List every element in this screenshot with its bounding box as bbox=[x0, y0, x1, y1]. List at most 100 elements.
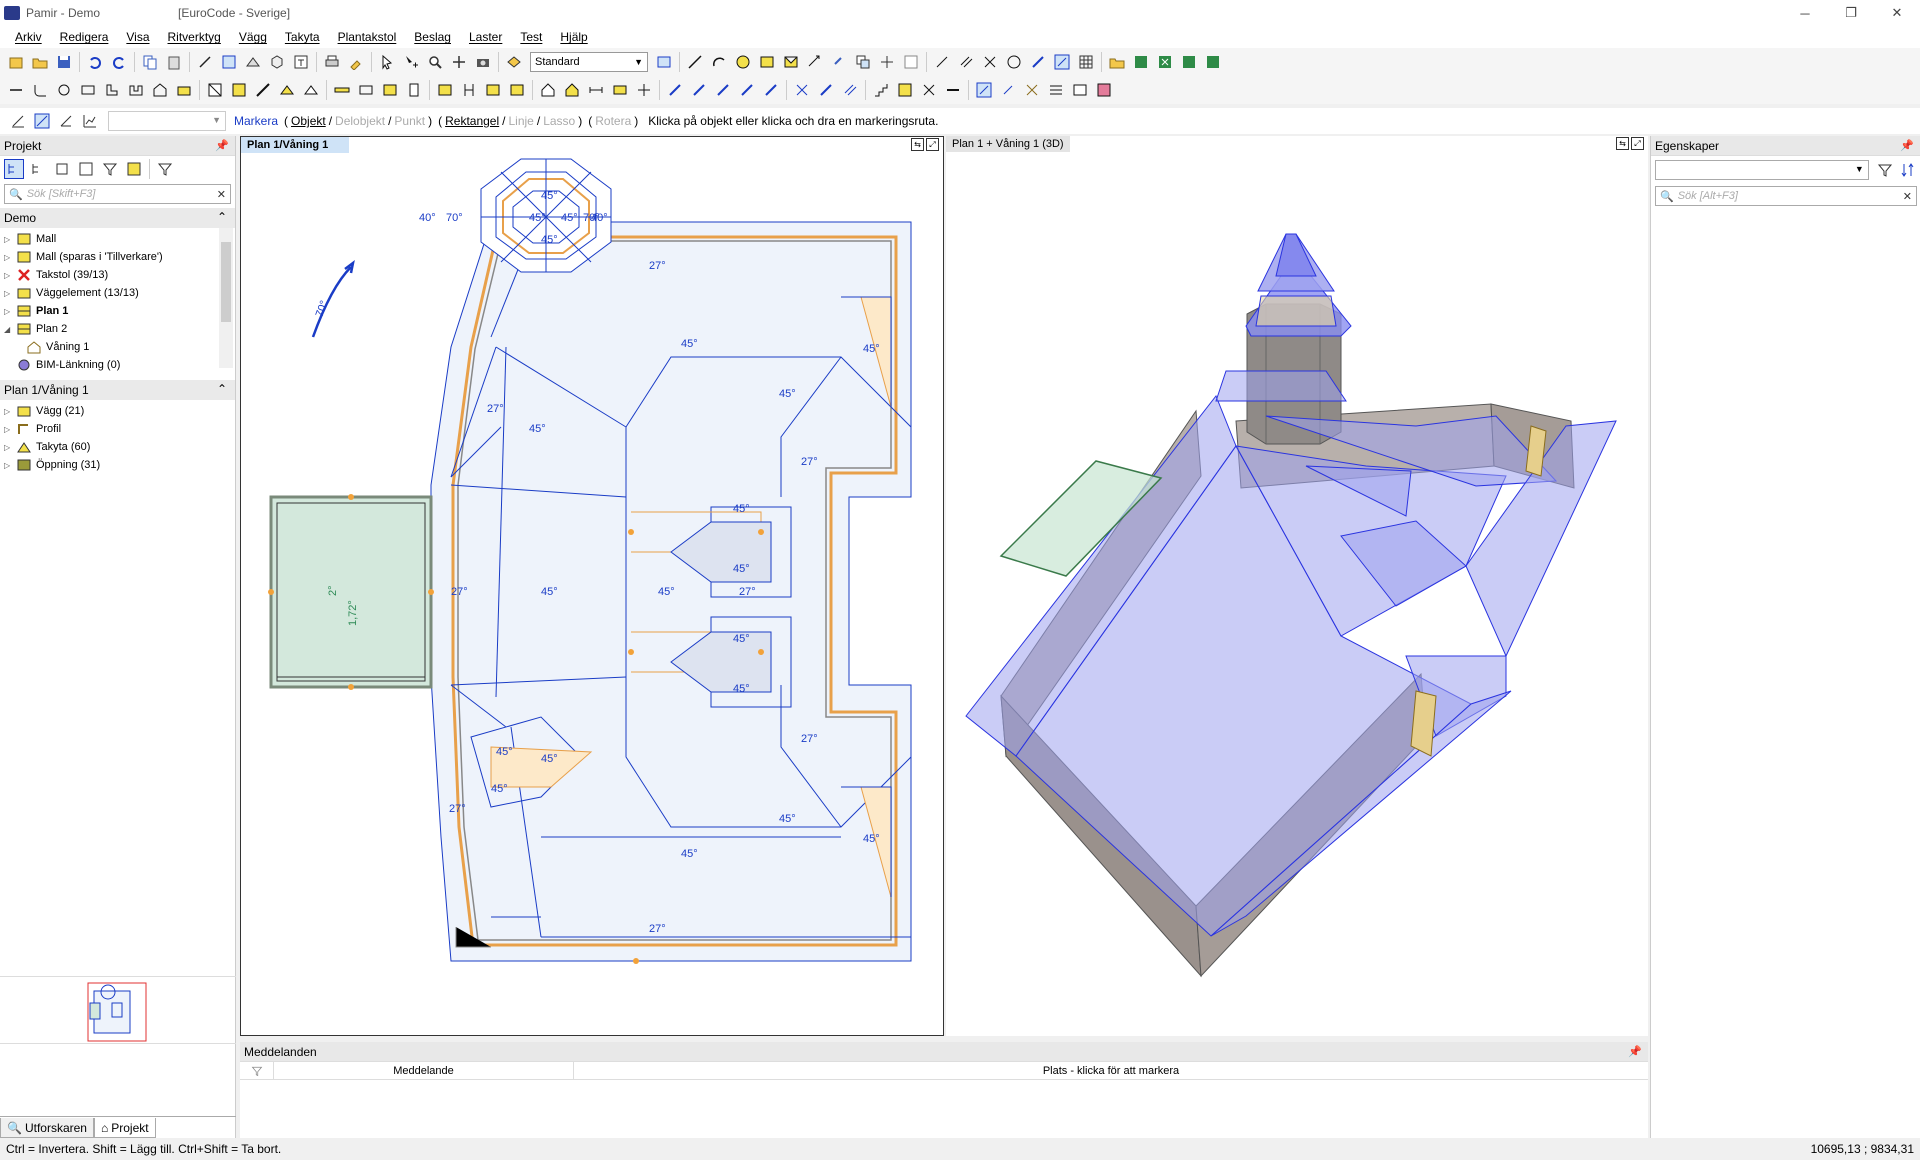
view-3d-icon[interactable] bbox=[267, 52, 287, 72]
magic2-icon[interactable] bbox=[998, 80, 1018, 100]
brush-icon[interactable] bbox=[346, 52, 366, 72]
tree-item-plan1[interactable]: ▷ Plan 1 bbox=[0, 302, 235, 320]
properties-object-combo[interactable]: ▼ bbox=[1655, 160, 1869, 180]
model-view-3d[interactable]: Plan 1 + Våning 1 (3D) ⇆ ⤢ bbox=[946, 136, 1648, 1036]
select-option-punkt[interactable]: Punkt bbox=[394, 114, 425, 128]
draw-line-icon[interactable] bbox=[195, 52, 215, 72]
demo-section-header[interactable]: Demo ⌃ bbox=[0, 208, 235, 228]
tree-item-profil[interactable]: ▷ Profil bbox=[0, 420, 235, 438]
overview-minimap[interactable] bbox=[0, 976, 236, 1044]
table-icon[interactable] bbox=[1070, 80, 1090, 100]
roof-hip-icon[interactable] bbox=[277, 80, 297, 100]
stair2-icon[interactable] bbox=[895, 80, 915, 100]
menu-redigera[interactable]: Redigera bbox=[51, 30, 118, 44]
house2-icon[interactable] bbox=[562, 80, 582, 100]
tree-sort-icon[interactable] bbox=[28, 159, 48, 179]
tree-view-icon[interactable] bbox=[4, 159, 24, 179]
tree-list-icon[interactable] bbox=[124, 159, 144, 179]
stair-icon[interactable] bbox=[871, 80, 891, 100]
list-icon[interactable] bbox=[1046, 80, 1066, 100]
tree-scrollbar[interactable] bbox=[219, 228, 233, 368]
expand-icon[interactable]: ▷ bbox=[4, 461, 14, 470]
dim-icon[interactable] bbox=[586, 80, 606, 100]
sel-active-icon[interactable] bbox=[32, 111, 52, 131]
scrollbar-thumb[interactable] bbox=[221, 242, 231, 322]
expand-icon[interactable]: ▷ bbox=[4, 443, 14, 452]
wall-u-icon[interactable] bbox=[126, 80, 146, 100]
filter-icon[interactable] bbox=[155, 159, 175, 179]
edit-node3-icon[interactable] bbox=[713, 80, 733, 100]
filter-icon[interactable] bbox=[1875, 160, 1895, 180]
export-excel4-icon[interactable] bbox=[1203, 52, 1223, 72]
line-tool-icon[interactable] bbox=[685, 52, 705, 72]
pan-icon[interactable] bbox=[449, 52, 469, 72]
tree-filter-icon[interactable] bbox=[100, 159, 120, 179]
trim-icon[interactable] bbox=[792, 80, 812, 100]
tree-group-icon[interactable] bbox=[76, 159, 96, 179]
menu-takyta[interactable]: Takyta bbox=[276, 30, 329, 44]
expand-icon[interactable]: ▷ bbox=[4, 407, 14, 416]
copy-object-icon[interactable] bbox=[853, 52, 873, 72]
truss4-icon[interactable] bbox=[507, 80, 527, 100]
sel-chart-icon[interactable] bbox=[80, 111, 100, 131]
view-roof-icon[interactable] bbox=[243, 52, 263, 72]
sel-line-icon[interactable] bbox=[8, 111, 28, 131]
chevron-up-icon[interactable]: ⌃ bbox=[217, 382, 227, 396]
style-combo[interactable]: Standard ▼ bbox=[530, 52, 648, 72]
menu-beslag[interactable]: Beslag bbox=[405, 30, 460, 44]
expand-icon[interactable]: ▷ bbox=[4, 289, 14, 298]
column-message[interactable]: Meddelande bbox=[274, 1062, 574, 1079]
window-icon[interactable] bbox=[380, 80, 400, 100]
edit-node2-icon[interactable] bbox=[689, 80, 709, 100]
tab-utforskaren[interactable]: 🔍 Utforskaren bbox=[0, 1118, 94, 1138]
restore-button[interactable]: ❐ bbox=[1828, 0, 1874, 26]
style-icon[interactable] bbox=[504, 52, 524, 72]
snap-cross-icon[interactable] bbox=[980, 52, 1000, 72]
snap-node-icon[interactable] bbox=[1028, 52, 1048, 72]
select-option-objekt[interactable]: Objekt bbox=[291, 114, 326, 128]
expand-icon[interactable]: ▷ bbox=[4, 425, 14, 434]
menu-plantakstol[interactable]: Plantakstol bbox=[329, 30, 406, 44]
project-search-input[interactable]: 🔍 Sök [Skift+F3] ✕ bbox=[4, 184, 231, 204]
folder-open-icon[interactable] bbox=[1107, 52, 1127, 72]
circle-tool-icon[interactable] bbox=[733, 52, 753, 72]
edit-node5-icon[interactable] bbox=[761, 80, 781, 100]
sel-angle-icon[interactable] bbox=[56, 111, 76, 131]
select-option-rektangel[interactable]: Rektangel bbox=[445, 114, 499, 128]
tree-item-mall[interactable]: ▷ Mall bbox=[0, 230, 235, 248]
expand-icon[interactable]: ▷ bbox=[4, 235, 14, 244]
snap-circle-icon[interactable] bbox=[1004, 52, 1024, 72]
door-icon[interactable] bbox=[404, 80, 424, 100]
expand-icon[interactable]: ▷ bbox=[4, 307, 14, 316]
menu-visa[interactable]: Visa bbox=[117, 30, 158, 44]
tree-item-plan2[interactable]: ◢ Plan 2 bbox=[0, 320, 235, 338]
undo-icon[interactable] bbox=[85, 52, 105, 72]
measure-icon[interactable] bbox=[805, 52, 825, 72]
tree-item-bim[interactable]: BIM-Länkning (0) bbox=[0, 356, 235, 374]
plan-view-2d[interactable]: Plan 1/Våning 1 ⇆ ⤢ 70° 27° 45° 27° 45° … bbox=[240, 136, 944, 1036]
snap-active-icon[interactable] bbox=[1052, 52, 1072, 72]
tab-projekt[interactable]: ⌂ Projekt bbox=[93, 1118, 156, 1138]
select-option-rotera[interactable]: Rotera bbox=[595, 114, 631, 128]
messages-filter-icon[interactable] bbox=[240, 1062, 274, 1079]
select-option-lasso[interactable]: Lasso bbox=[543, 114, 575, 128]
roof-edit-icon[interactable] bbox=[229, 80, 249, 100]
dim3-icon[interactable] bbox=[634, 80, 654, 100]
zoom-icon[interactable] bbox=[425, 52, 445, 72]
edit-node4-icon[interactable] bbox=[737, 80, 757, 100]
grid-icon[interactable] bbox=[1076, 52, 1096, 72]
clear-search-icon[interactable]: ✕ bbox=[1903, 190, 1912, 203]
tree-expand-icon[interactable] bbox=[52, 159, 72, 179]
camera-icon[interactable] bbox=[473, 52, 493, 72]
stair4-icon[interactable] bbox=[943, 80, 963, 100]
export-excel-icon[interactable] bbox=[1131, 52, 1151, 72]
tree-item-takstol[interactable]: ▷ Takstol (39/13) bbox=[0, 266, 235, 284]
wall-settings-icon[interactable] bbox=[174, 80, 194, 100]
print-icon[interactable] bbox=[322, 52, 342, 72]
edit-node-icon[interactable] bbox=[665, 80, 685, 100]
export-excel2-icon[interactable] bbox=[1155, 52, 1175, 72]
wall-house-icon[interactable] bbox=[150, 80, 170, 100]
pin-icon[interactable]: 📌 bbox=[215, 139, 229, 152]
plan-drawing[interactable]: 70° 27° 45° 27° 45° 45° 45° 27° 45° 27° … bbox=[241, 137, 944, 1036]
close-button[interactable]: ✕ bbox=[1874, 0, 1920, 26]
